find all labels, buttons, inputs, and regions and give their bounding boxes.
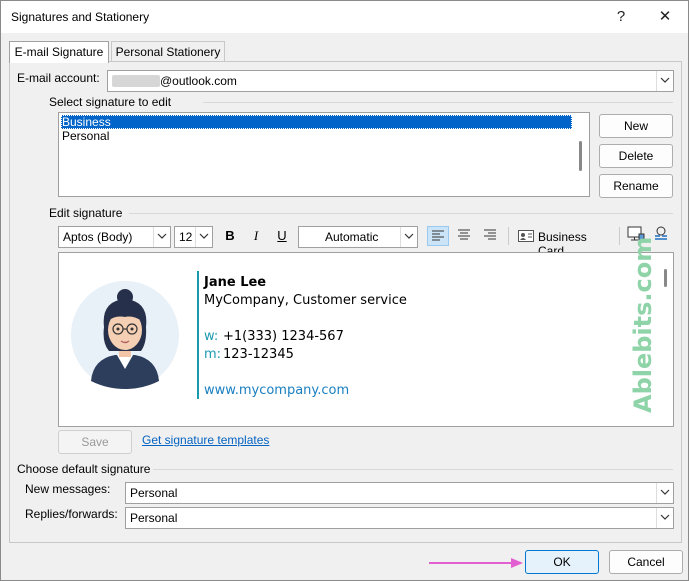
replies-forwards-label: Replies/forwards: (25, 507, 118, 521)
chevron-down-icon[interactable] (153, 227, 170, 247)
ok-button[interactable]: OK (525, 550, 599, 574)
mobile-value: 123-12345 (223, 347, 294, 362)
tab-label: Personal Stationery (115, 45, 221, 59)
signatures-dialog: Signatures and Stationery ? ✕ E-mail Sig… (0, 0, 689, 581)
website-link[interactable]: www.mycompany.com (204, 383, 349, 398)
italic-button[interactable]: I (245, 226, 267, 246)
edit-signature-header: Edit signature (49, 206, 123, 220)
save-button[interactable]: Save (58, 430, 132, 454)
divider (153, 469, 673, 470)
bold-button[interactable]: B (219, 226, 241, 246)
divider (203, 102, 673, 103)
signature-name: Jane Lee (204, 275, 267, 290)
new-messages-dropdown[interactable]: Personal (125, 482, 674, 504)
phone-label: w: (204, 329, 219, 344)
window-title: Signatures and Stationery (11, 10, 150, 24)
delete-button[interactable]: Delete (599, 144, 673, 168)
signature-list-item-business[interactable]: Business (61, 115, 572, 129)
align-left-icon[interactable] (427, 226, 449, 246)
toolbar-separator (508, 227, 509, 245)
business-card-icon (518, 230, 534, 242)
font-family-value: Aptos (Body) (63, 230, 133, 244)
toolbar-separator (619, 227, 620, 245)
tab-label: E-mail Signature (14, 45, 104, 59)
chevron-down-icon[interactable] (656, 483, 673, 503)
chevron-down-icon[interactable] (656, 71, 673, 91)
email-account-dropdown[interactable]: @outlook.com (107, 70, 674, 92)
font-size-dropdown[interactable]: 12 (174, 226, 213, 248)
signature-editor[interactable]: Jane Lee MyCompany, Customer service w: … (58, 236, 674, 427)
replies-forwards-value: Personal (130, 511, 178, 525)
cancel-button[interactable]: Cancel (609, 550, 683, 574)
editor-scrollbar[interactable] (664, 269, 667, 287)
new-messages-label: New messages: (25, 482, 111, 496)
phone-value: +1(333) 1234-567 (223, 329, 344, 344)
help-button[interactable]: ? (604, 5, 638, 29)
redacted-username (112, 75, 160, 87)
mobile-label: m: (204, 347, 222, 362)
new-messages-value: Personal (130, 486, 178, 500)
email-account-label: E-mail account: (17, 71, 100, 85)
signature-company: MyCompany, Customer service (204, 293, 407, 308)
list-scrollbar[interactable] (579, 141, 582, 171)
avatar (71, 281, 179, 389)
font-color-dropdown[interactable]: Automatic (298, 226, 418, 248)
tab-personal-stationery[interactable]: Personal Stationery (111, 41, 225, 63)
email-account-value: @outlook.com (160, 74, 237, 88)
chevron-down-icon[interactable] (195, 227, 212, 247)
font-color-value: Automatic (325, 230, 379, 244)
tab-email-signature[interactable]: E-mail Signature (9, 41, 109, 63)
new-button[interactable]: New (599, 114, 673, 138)
rename-button[interactable]: Rename (599, 174, 673, 198)
align-center-icon[interactable] (453, 226, 475, 246)
select-signature-header: Select signature to edit (49, 95, 172, 109)
default-signature-header: Choose default signature (17, 462, 151, 476)
title-bar: Signatures and Stationery ? ✕ (1, 1, 688, 33)
business-card-button[interactable]: Business Card (515, 226, 615, 258)
watermark-text: Ablebits.com (629, 236, 657, 413)
align-right-icon[interactable] (479, 226, 501, 246)
get-signature-templates-link[interactable]: Get signature templates (142, 433, 269, 447)
font-family-dropdown[interactable]: Aptos (Body) (58, 226, 171, 248)
chevron-down-icon[interactable] (656, 508, 673, 528)
close-button[interactable]: ✕ (648, 5, 682, 29)
signature-accent-bar (197, 271, 199, 399)
font-size-value: 12 (179, 230, 193, 244)
chevron-down-icon[interactable] (400, 227, 417, 247)
underline-button[interactable]: U (271, 226, 293, 246)
divider (129, 213, 673, 214)
signature-list-item-personal[interactable]: Personal (61, 129, 572, 143)
arrow-pointer-icon (429, 558, 523, 568)
replies-forwards-dropdown[interactable]: Personal (125, 507, 674, 529)
signature-list[interactable]: Business Personal (58, 112, 590, 197)
watermark: Ablebits.com (629, 236, 657, 413)
